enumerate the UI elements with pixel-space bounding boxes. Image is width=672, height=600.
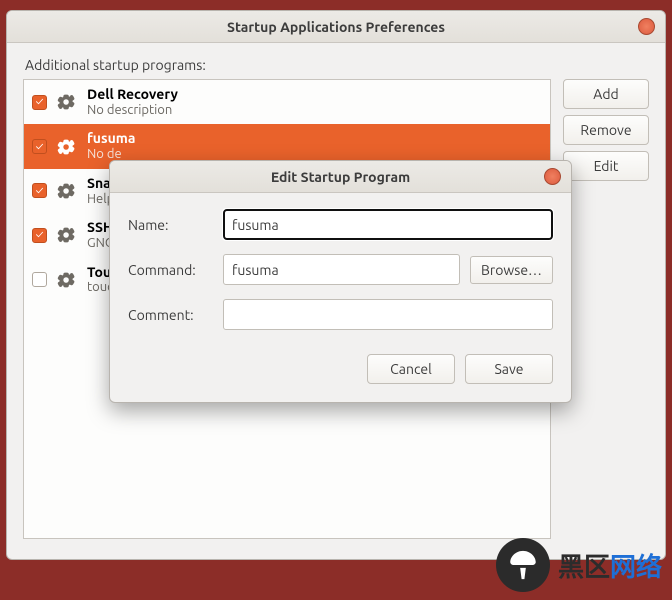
item-checkbox[interactable]: [32, 183, 47, 198]
gear-icon: [55, 90, 79, 114]
comment-label: Comment:: [128, 307, 213, 323]
main-titlebar: Startup Applications Preferences: [7, 11, 665, 43]
dialog-titlebar: Edit Startup Program: [110, 161, 571, 193]
gear-icon: [55, 135, 79, 159]
list-item[interactable]: Dell RecoveryNo description: [24, 80, 550, 124]
save-button[interactable]: Save: [465, 354, 553, 384]
item-checkbox[interactable]: [32, 228, 47, 243]
command-field[interactable]: [223, 254, 460, 285]
dialog-title: Edit Startup Program: [271, 169, 410, 185]
name-field[interactable]: [223, 209, 553, 240]
gear-icon: [55, 223, 79, 247]
comment-field[interactable]: [223, 299, 553, 330]
item-title: fusuma: [87, 130, 135, 147]
gear-icon: [55, 179, 79, 203]
cancel-button[interactable]: Cancel: [367, 354, 455, 384]
form-area: Name: Command: Browse… Comment:: [110, 193, 571, 340]
add-button[interactable]: Add: [563, 79, 649, 109]
command-label: Command:: [128, 262, 213, 278]
item-checkbox[interactable]: [32, 95, 47, 110]
name-label: Name:: [128, 217, 213, 233]
item-checkbox[interactable]: [32, 272, 47, 287]
dialog-footer: Cancel Save: [110, 340, 571, 402]
browse-button[interactable]: Browse…: [470, 256, 553, 284]
main-title: Startup Applications Preferences: [227, 19, 445, 35]
edit-dialog: Edit Startup Program Name: Command: Brow…: [109, 160, 572, 403]
item-text: fusumaNo de: [87, 130, 135, 162]
dialog-close-icon[interactable]: [544, 168, 561, 185]
item-desc: No description: [87, 103, 178, 119]
main-close-icon[interactable]: [638, 18, 655, 35]
item-checkbox[interactable]: [32, 139, 47, 154]
section-label: Additional startup programs:: [25, 57, 665, 73]
item-title: Dell Recovery: [87, 86, 178, 103]
remove-button[interactable]: Remove: [563, 115, 649, 145]
item-text: Dell RecoveryNo description: [87, 86, 178, 118]
side-buttons: Add Remove Edit: [563, 79, 649, 539]
edit-button[interactable]: Edit: [563, 151, 649, 181]
gear-icon: [55, 268, 79, 292]
